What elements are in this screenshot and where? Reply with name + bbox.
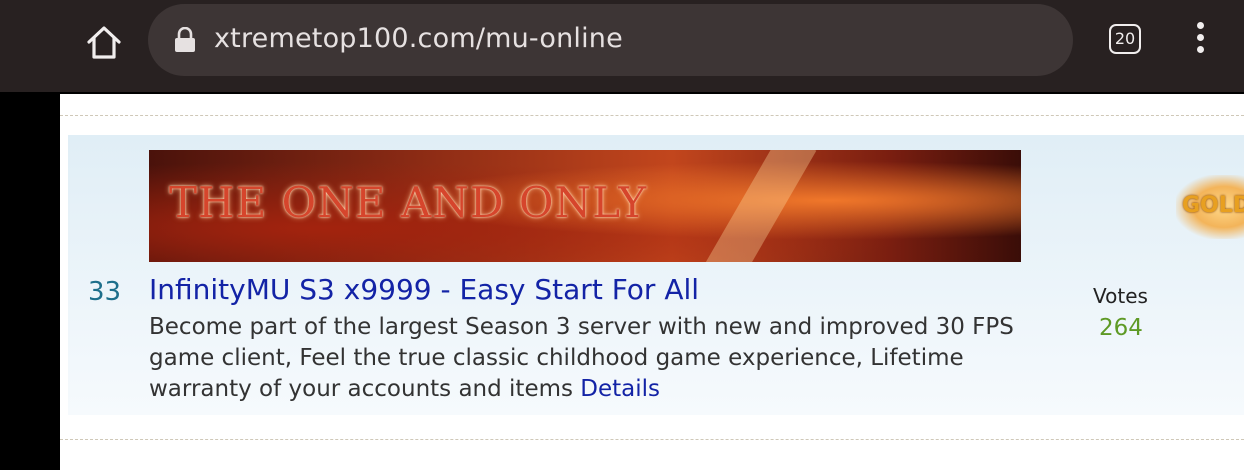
server-title-link[interactable]: InfinityMU S3 x9999 - Easy Start For All bbox=[149, 273, 699, 306]
address-bar[interactable]: xtremetop100.com/mu-online bbox=[148, 4, 1073, 76]
side-banner-text: GOLD bbox=[1182, 193, 1244, 218]
lock-icon bbox=[174, 26, 196, 53]
votes-label: Votes bbox=[1093, 284, 1148, 308]
votes-count: 264 bbox=[1099, 315, 1143, 341]
server-listing: THE ONE AND ONLY 33 InfinityMU S3 x9999 … bbox=[68, 135, 1244, 415]
banner-decoration bbox=[701, 150, 817, 262]
server-description: Become part of the largest Season 3 serv… bbox=[149, 312, 1049, 405]
details-link[interactable]: Details bbox=[580, 376, 660, 402]
server-banner[interactable]: THE ONE AND ONLY bbox=[149, 150, 1021, 262]
home-icon[interactable] bbox=[82, 20, 126, 64]
divider bbox=[60, 115, 1244, 116]
browser-toolbar: xtremetop100.com/mu-online 20 bbox=[0, 0, 1244, 92]
page-content: THE ONE AND ONLY 33 InfinityMU S3 x9999 … bbox=[60, 94, 1244, 470]
side-banner[interactable]: GOLD bbox=[1176, 175, 1244, 239]
more-vert-icon[interactable] bbox=[1190, 22, 1210, 58]
divider bbox=[60, 439, 1244, 440]
banner-text: THE ONE AND ONLY bbox=[169, 178, 648, 227]
rank-number: 33 bbox=[88, 277, 122, 307]
tab-switcher-button[interactable]: 20 bbox=[1109, 24, 1141, 54]
url-text[interactable]: xtremetop100.com/mu-online bbox=[214, 23, 623, 54]
